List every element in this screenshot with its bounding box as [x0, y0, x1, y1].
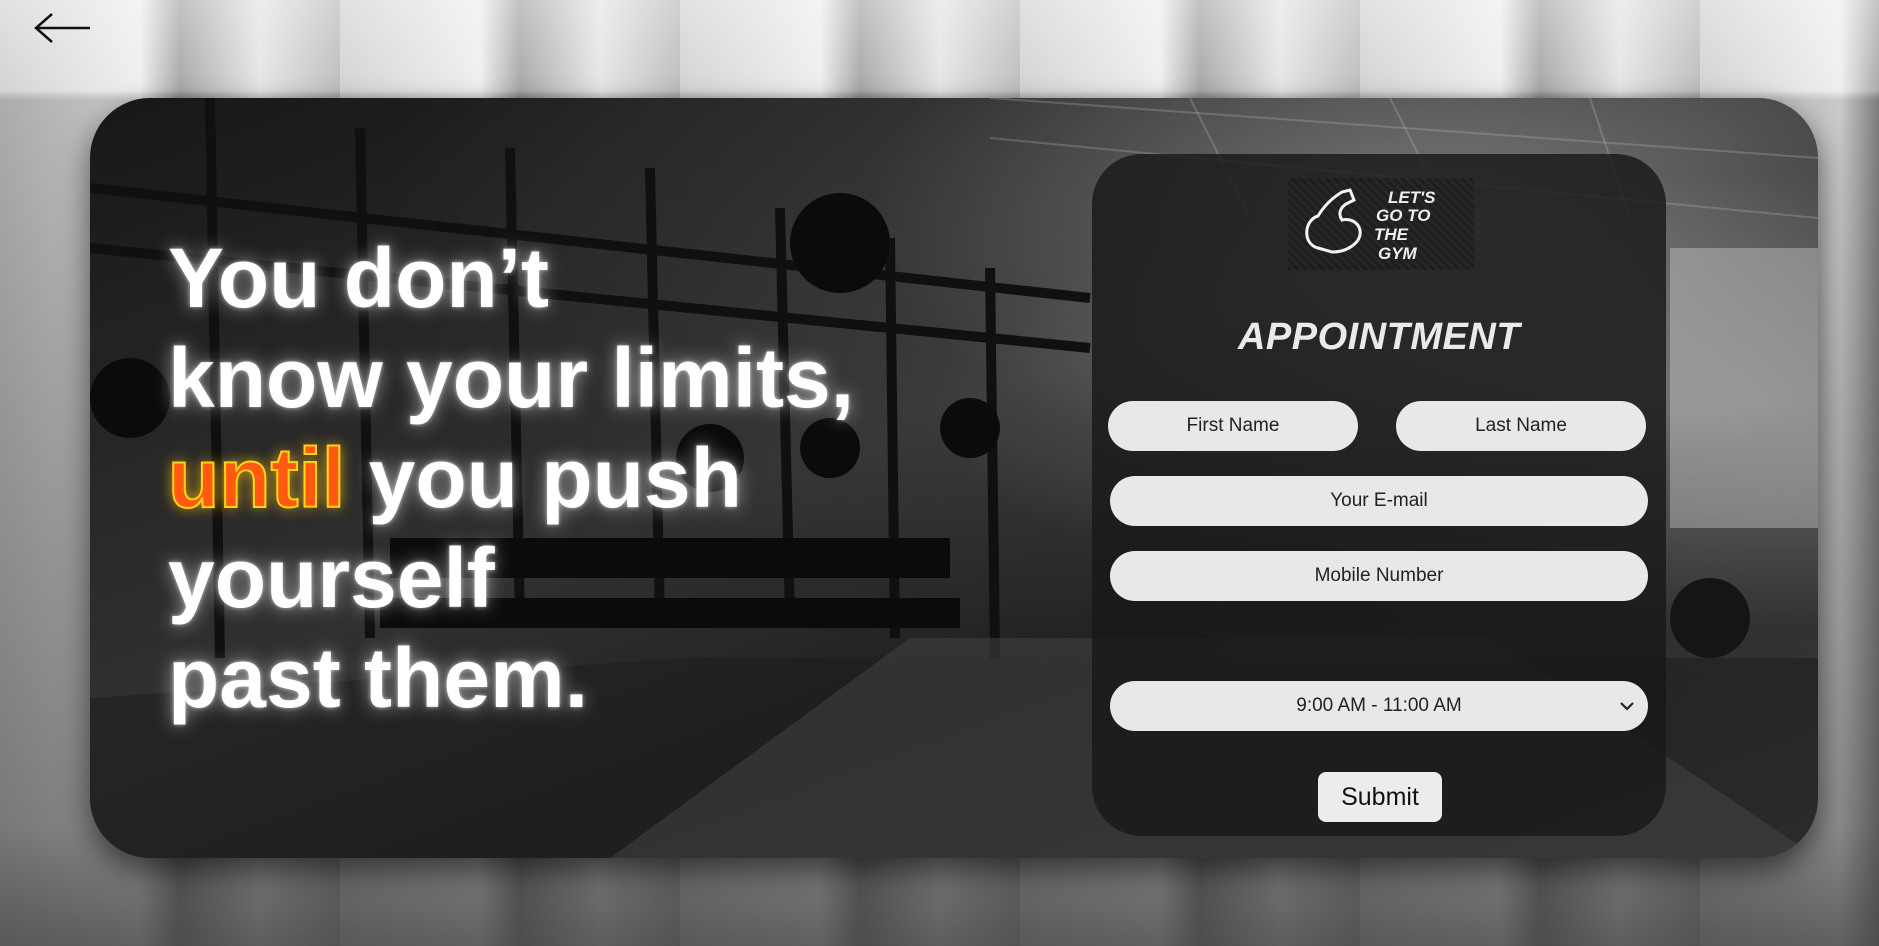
mobile-number-field[interactable]	[1110, 551, 1648, 601]
headline-line-2: know your limits,	[168, 331, 855, 425]
logo-text-line-1: LET'S	[1388, 188, 1436, 207]
logo-text-line-3: THE	[1374, 225, 1409, 244]
appointment-form: LET'S GO TO THE GYM APPOINTMENT 9:00 AM …	[1092, 154, 1666, 836]
headline-line-3: until you push	[167, 428, 988, 528]
headline-line-3-rest: you push	[345, 431, 742, 525]
time-slot-selected-value: 9:00 AM - 11:00 AM	[1296, 695, 1462, 716]
first-name-field[interactable]	[1108, 401, 1358, 451]
hero-headline: You don’t know your limits, until you pu…	[167, 228, 988, 728]
headline-line-1: You don’t	[168, 231, 549, 325]
logo-text-line-2: GO TO	[1376, 206, 1430, 225]
form-title: APPOINTMENT	[1237, 316, 1521, 358]
headline-line-4: yourself	[168, 531, 495, 625]
submit-button[interactable]: Submit	[1318, 772, 1442, 822]
hero-card: You don’t know your limits, until you pu…	[90, 98, 1818, 858]
email-field[interactable]	[1110, 476, 1648, 526]
flexed-arm-icon: LET'S GO TO THE GYM	[1305, 188, 1436, 263]
arrow-left-icon[interactable]	[32, 10, 92, 46]
logo-text-line-4: GYM	[1378, 244, 1418, 263]
headline-line-5: past them.	[168, 631, 589, 725]
last-name-field[interactable]	[1396, 401, 1646, 451]
chevron-down-icon	[1620, 702, 1634, 711]
gym-logo: LET'S GO TO THE GYM	[1288, 178, 1474, 270]
headline-accent-word: until	[167, 430, 346, 526]
time-slot-select[interactable]: 9:00 AM - 11:00 AM	[1110, 681, 1648, 731]
